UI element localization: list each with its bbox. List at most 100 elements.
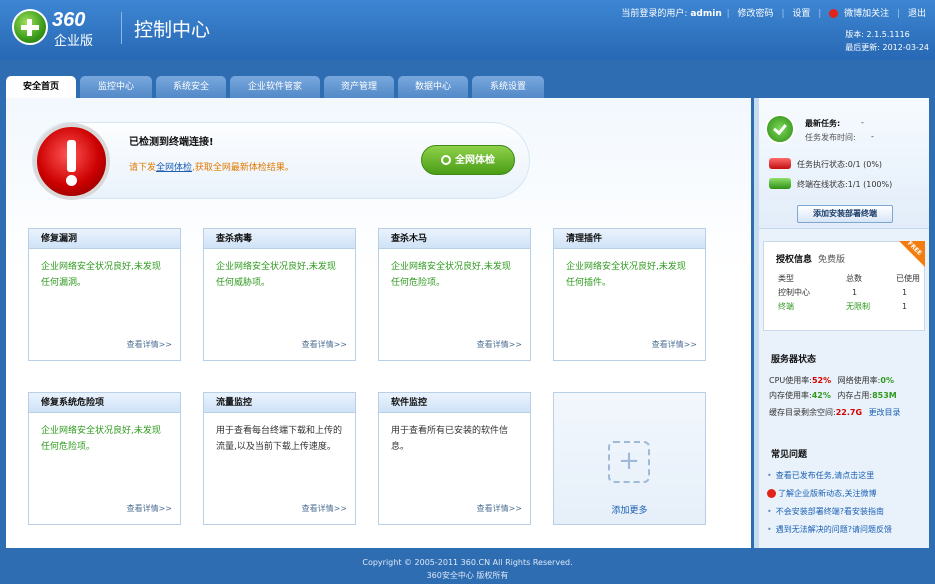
table-cell: 1 <box>902 287 908 297</box>
latest-task-label: 最新任务: <box>805 119 841 128</box>
view-details-link[interactable]: 查看详情>> <box>302 503 347 514</box>
full-scan-button[interactable]: 全网体检 <box>421 145 515 175</box>
card-body: 企业网络安全状况良好,未发现任何危险项。 <box>391 262 511 288</box>
card-kill-trojan: 查杀木马 企业网络安全状况良好,未发现任何危险项。 查看详情>> <box>378 228 531 361</box>
cpu-label: CPU使用率: <box>769 376 812 385</box>
faq-link[interactable]: 遇到无法解决的问题?请问题反馈 <box>776 525 892 534</box>
change-password-link[interactable]: 修改密码 <box>738 9 774 19</box>
weibo-icon <box>767 489 776 498</box>
full-scan-button-label: 全网体检 <box>455 155 495 166</box>
server-status-title: 服务器状态 <box>771 355 817 365</box>
card-software-monitor: 软件监控 用于查看所有已安装的软件信息。 查看详情>> <box>378 392 531 525</box>
card-title: 查杀木马 <box>379 229 530 249</box>
task-status-text: 任务执行状态:0/1 (0%) <box>797 160 883 169</box>
disk-space: 缓存目录剩余空间:22.7G 更改目录 <box>769 407 901 418</box>
tab-system-security[interactable]: 系统安全 <box>156 76 226 98</box>
alert-title: 已检测到终端连接! <box>129 137 214 148</box>
card-kill-virus: 查杀病毒 企业网络安全状况良好,未发现任何威胁项。 查看详情>> <box>203 228 356 361</box>
faq-item[interactable]: • 查看已发布任务,请点击这里 <box>767 470 874 481</box>
view-details-link[interactable]: 查看详情>> <box>127 503 172 514</box>
plus-icon: + <box>608 441 650 483</box>
card-traffic-monitor: 流量监控 用于查看每台终端下载和上传的流量,以及当前下载上传速度。 查看详情>> <box>203 392 356 525</box>
change-directory-link[interactable]: 更改目录 <box>869 408 901 417</box>
cpu-value: 52% <box>811 376 832 385</box>
tab-data-center[interactable]: 数据中心 <box>398 76 468 98</box>
license-table: 类型 总数 已使用 控制中心 1 1 终端 无限制 1 <box>778 271 920 313</box>
main-panel: 已检测到终端连接! 请下发全网体检,获取全网最新体检结果。 全网体检 修复漏洞 … <box>6 98 751 548</box>
faq-link[interactable]: 了解企业版新动态,关注微博 <box>778 489 877 498</box>
table-header: 总数 <box>846 273 862 283</box>
table-row: 终端 无限制 1 <box>778 299 920 313</box>
full-scan-link[interactable]: 全网体检 <box>156 163 192 173</box>
faq-item[interactable]: 了解企业版新动态,关注微博 <box>767 488 877 499</box>
task-time-value: - <box>871 132 874 141</box>
task-time-label: 任务发布时间: <box>805 133 856 142</box>
card-title: 清理插件 <box>554 229 705 249</box>
deploy-terminal-button[interactable]: 添加安装部署终端 <box>797 205 893 223</box>
faq-link[interactable]: 不会安装部署终端?看安装指南 <box>776 507 884 516</box>
logo-text: 360 <box>52 9 86 31</box>
latest-task-value: - <box>861 118 864 127</box>
user-label: 当前登录的用户: <box>621 9 688 19</box>
footer: Copyright © 2005-2011 360.CN All Rights … <box>0 556 935 582</box>
card-fix-vulnerability: 修复漏洞 企业网络安全状况良好,未发现任何漏洞。 查看详情>> <box>28 228 181 361</box>
last-update-text: 最后更新: 2012-03-24 <box>845 43 929 52</box>
card-body: 用于查看每台终端下载和上传的流量,以及当前下载上传速度。 <box>216 426 343 452</box>
version-info: 版本: 2.1.5.1116 最后更新: 2012-03-24 <box>845 28 929 54</box>
warning-icon <box>33 123 110 200</box>
view-details-link[interactable]: 查看详情>> <box>477 339 522 350</box>
disk-value: 22.7G <box>835 408 863 417</box>
table-cell: 1 <box>902 301 908 311</box>
table-cell: 终端 <box>778 301 794 311</box>
add-more-card[interactable]: + 添加更多 <box>553 392 706 525</box>
tab-software-manager[interactable]: 企业软件管家 <box>230 76 320 98</box>
owner-text: 360安全中心 版权所有 <box>426 571 509 580</box>
cpu-net-usage: CPU使用率:52% 网络使用率:0% <box>769 375 894 386</box>
tab-asset[interactable]: 资产管理 <box>324 76 394 98</box>
disk-label: 缓存目录剩余空间: <box>769 408 836 417</box>
table-header: 类型 <box>778 273 794 283</box>
card-fix-system-risk: 修复系统危险项 企业网络安全状况良好,未发现任何危险项。 查看详情>> <box>28 392 181 525</box>
tab-system-settings[interactable]: 系统设置 <box>472 76 544 98</box>
copyright-text: Copyright © 2005-2011 360.CN All Rights … <box>362 558 573 567</box>
separator: | <box>897 9 901 19</box>
table-row: 类型 总数 已使用 <box>778 271 920 285</box>
online-status-lamp-icon <box>769 178 791 189</box>
weibo-icon <box>829 9 839 18</box>
weibo-follow-link[interactable]: 微博加关注 <box>844 9 889 19</box>
settings-link[interactable]: 设置 <box>792 9 810 19</box>
logout-link[interactable]: 退出 <box>908 9 926 19</box>
alert-desc-suffix: ,获取全网最新体检结果。 <box>192 163 294 173</box>
card-title: 流量监控 <box>204 393 355 413</box>
header-divider <box>121 12 122 44</box>
mem-use-label: 内存占用: <box>837 391 873 400</box>
alert-description: 请下发全网体检,获取全网最新体检结果。 <box>129 160 294 173</box>
card-title: 修复漏洞 <box>29 229 180 249</box>
faq-item[interactable]: • 遇到无法解决的问题?请问题反馈 <box>767 524 892 535</box>
view-details-link[interactable]: 查看详情>> <box>652 339 697 350</box>
faq-item[interactable]: • 不会安装部署终端?看安装指南 <box>767 506 884 517</box>
license-title-text: 授权信息 <box>776 255 813 265</box>
logo-360-icon <box>12 9 48 45</box>
tab-home[interactable]: 安全首页 <box>6 76 76 99</box>
card-body: 企业网络安全状况良好,未发现任何插件。 <box>566 262 686 288</box>
faq-title: 常见问题 <box>771 450 808 460</box>
view-details-link[interactable]: 查看详情>> <box>302 339 347 350</box>
header-bar: 360 企业版 控制中心 当前登录的用户: admin | 修改密码 | 设置 |… <box>0 0 935 60</box>
tab-monitor[interactable]: 监控中心 <box>80 76 152 98</box>
mem-value: 42% <box>811 391 831 400</box>
card-title: 修复系统危险项 <box>29 393 180 413</box>
mem-use-value: 853M <box>872 391 897 400</box>
separator: | <box>781 9 785 19</box>
add-more-label: 添加更多 <box>611 506 648 516</box>
table-header: 已使用 <box>896 273 920 283</box>
view-details-link[interactable]: 查看详情>> <box>127 339 172 350</box>
card-body: 企业网络安全状况良好,未发现任何危险项。 <box>41 426 161 452</box>
connection-alert: 已检测到终端连接! 请下发全网体检,获取全网最新体检结果。 全网体检 <box>32 122 530 200</box>
table-cell: 无限制 <box>846 301 870 311</box>
card-title: 查杀病毒 <box>204 229 355 249</box>
view-details-link[interactable]: 查看详情>> <box>477 503 522 514</box>
license-edition: 免费版 <box>818 255 846 265</box>
card-body: 企业网络安全状况良好,未发现任何漏洞。 <box>41 262 161 288</box>
faq-link[interactable]: 查看已发布任务,请点击这里 <box>776 471 875 480</box>
